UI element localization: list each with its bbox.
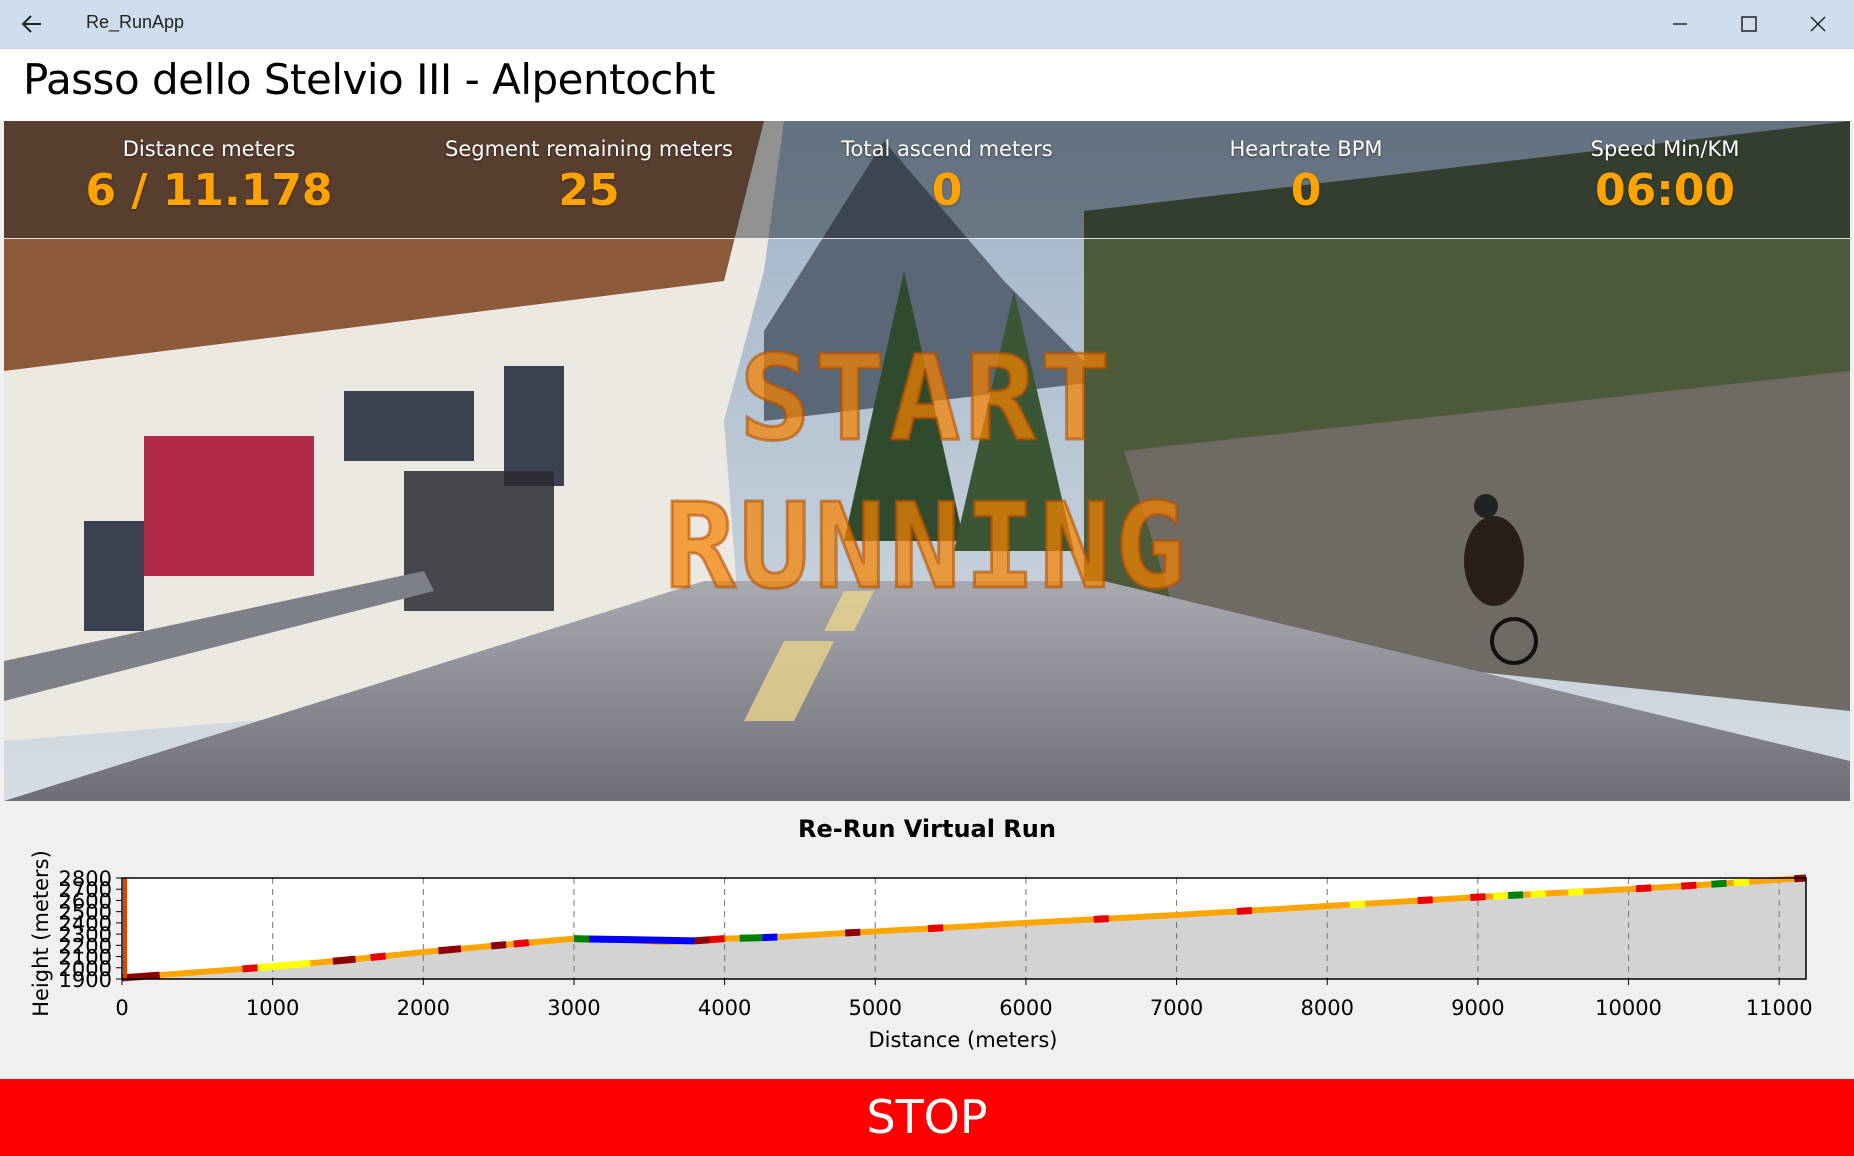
stat-distance: Distance meters 6 / 11.178: [29, 137, 389, 216]
segment-darkred: [490, 941, 507, 950]
stat-heartrate: Heartrate BPM 0: [1126, 137, 1486, 216]
stat-total-ascend: Total ascend meters 0: [767, 137, 1127, 216]
segment-red: [1417, 896, 1433, 905]
window-titlebar: Re_RunApp: [0, 0, 1854, 49]
page-title: Passo dello Stelvio III - Alpentocht: [23, 55, 715, 104]
x-tick-label: 11000: [1746, 996, 1813, 1020]
segment-red: [1470, 893, 1486, 902]
stat-value: 25: [558, 165, 620, 216]
segment-red: [1236, 907, 1253, 915]
segment-yellow: [1492, 892, 1509, 900]
x-tick-label: 7000: [1150, 996, 1203, 1020]
back-arrow-icon[interactable]: [14, 6, 50, 42]
segment-green: [1711, 879, 1727, 888]
segment-yellow: [1530, 890, 1546, 898]
y-tick-label: 2800: [59, 867, 112, 891]
overlay-line-2: RUNNING: [663, 476, 1190, 617]
stat-label: Heartrate BPM: [1229, 137, 1383, 161]
stat-speed: Speed Min/KM 06:00: [1485, 137, 1845, 216]
stat-label: Total ascend meters: [841, 137, 1053, 161]
x-tick-label: 4000: [698, 996, 751, 1020]
x-tick-label: 5000: [849, 996, 902, 1020]
x-tick-label: 3000: [547, 996, 600, 1020]
segment-red: [927, 924, 944, 933]
start-running-overlay: START RUNNING: [4, 324, 1850, 620]
stat-value: 0: [1290, 165, 1322, 216]
stat-value: 06:00: [1594, 165, 1736, 216]
stop-button[interactable]: STOP: [0, 1079, 1854, 1156]
app-title: Re_RunApp: [86, 12, 185, 32]
elevation-chart: Re-Run Virtual Run 0 1000 2000 3000 4000 5000 6…: [29, 815, 1813, 1052]
segment-red: [1635, 884, 1652, 893]
overlay-line-1: START: [738, 328, 1115, 469]
segment-green: [1507, 891, 1524, 900]
segment-red: [242, 964, 258, 973]
page-header: Passo dello Stelvio III - Alpentocht: [0, 49, 1854, 121]
x-tick-label: 8000: [1300, 996, 1353, 1020]
segment-yellow: [1349, 900, 1366, 909]
x-tick-label: 1000: [246, 996, 299, 1020]
x-tick-label: 9000: [1451, 996, 1504, 1020]
x-tick-label: 2000: [397, 996, 450, 1020]
x-tick-label: 10000: [1595, 996, 1662, 1020]
stat-label: Segment remaining meters: [445, 137, 733, 161]
x-tick-label: 6000: [999, 996, 1052, 1020]
segment-blue: [762, 933, 778, 942]
segment-yellow: [1733, 878, 1750, 887]
segment-darkred: [438, 945, 462, 955]
elevation-chart-panel: Re-Run Virtual Run 0 1000 2000 3000 4000 5000 6…: [0, 803, 1854, 1079]
video-player[interactable]: Distance meters 6 / 11.178 Segment remai…: [4, 121, 1850, 801]
stat-segment-remaining: Segment remaining meters 25: [409, 137, 769, 216]
segment-darkred: [844, 928, 861, 937]
close-icon[interactable]: [1784, 0, 1853, 48]
segment-red: [513, 939, 530, 948]
chart-title: Re-Run Virtual Run: [798, 815, 1056, 843]
segment-yellow: [257, 959, 311, 972]
maximize-icon[interactable]: [1715, 0, 1784, 48]
segment-blue: [588, 935, 695, 945]
segment-darkred: [694, 936, 710, 945]
minimize-icon[interactable]: [1646, 0, 1715, 48]
segment-red: [1681, 881, 1697, 890]
segment-red: [709, 935, 725, 944]
segment-green: [739, 934, 763, 942]
x-axis-label: Distance (meters): [869, 1028, 1058, 1052]
stat-label: Speed Min/KM: [1590, 137, 1740, 161]
segment-red: [370, 952, 387, 962]
stats-bar: Distance meters 6 / 11.178 Segment remai…: [4, 121, 1850, 239]
segment-darkred: [121, 971, 160, 982]
stat-value: 0: [931, 165, 963, 216]
stat-label: Distance meters: [122, 137, 296, 161]
x-tick-label: 0: [115, 996, 128, 1020]
y-axis-label: Height (meters): [29, 850, 53, 1017]
segment-red: [1093, 915, 1109, 923]
segment-yellow: [1568, 888, 1584, 896]
segment-darkred: [332, 955, 356, 965]
stat-value: 6 / 11.178: [85, 165, 333, 216]
